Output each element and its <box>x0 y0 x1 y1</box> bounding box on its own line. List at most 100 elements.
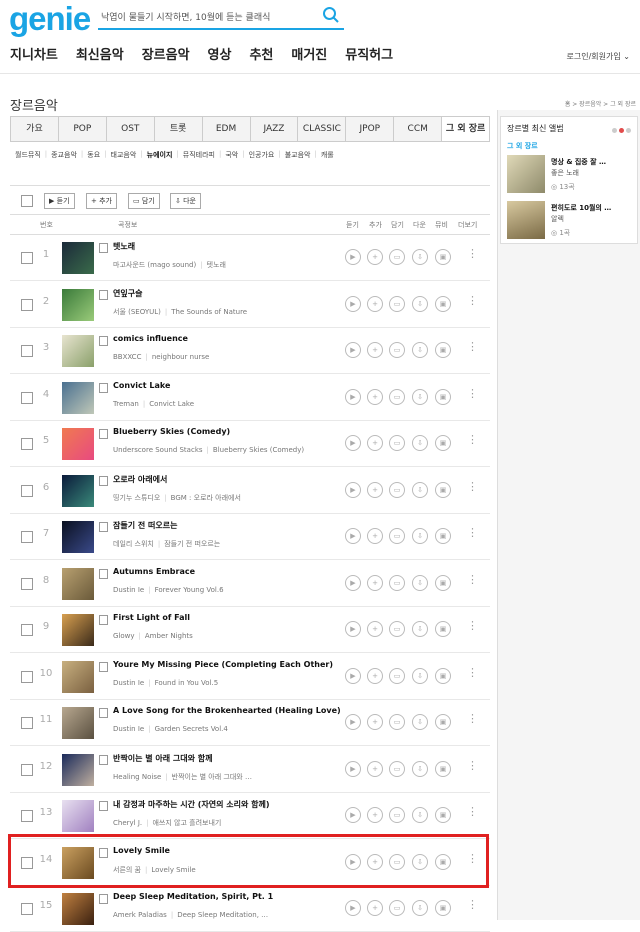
tab-pop[interactable]: POP <box>59 117 107 141</box>
album-name[interactable]: Garden Secrets Vol.4 <box>155 725 228 733</box>
login-label[interactable]: 로그인/회원가입 <box>567 52 621 61</box>
row-add-button[interactable]: + <box>367 667 383 684</box>
table-row[interactable]: 3 comics influence BBXXCC | neighbour nurse ▶… <box>10 328 490 374</box>
album-thumbnail[interactable] <box>62 242 94 274</box>
row-add-button[interactable]: + <box>367 342 383 358</box>
album-thumbnail[interactable] <box>62 288 94 321</box>
nav-video[interactable]: 영상 <box>208 44 232 63</box>
more-icon[interactable]: ⋮ <box>467 759 478 772</box>
more-icon[interactable]: ⋮ <box>467 247 478 260</box>
lyrics-icon[interactable] <box>99 754 108 765</box>
lyrics-icon[interactable] <box>99 243 108 253</box>
album-artist[interactable]: 알렉 <box>551 214 564 224</box>
row-mv-button[interactable]: ▣ <box>435 481 451 498</box>
login-link[interactable]: 로그인/회원가입 ⌄ <box>567 51 630 62</box>
artist-name[interactable]: 데일리 스위치 <box>113 540 154 548</box>
subnav-item[interactable]: 태교음악 <box>111 150 137 160</box>
song-title[interactable]: 연잎구슬 <box>113 288 142 299</box>
row-mv-button[interactable]: ▣ <box>435 714 451 730</box>
row-mv-button[interactable]: ▣ <box>435 621 451 637</box>
song-title[interactable]: 오로라 아래에서 <box>113 474 167 485</box>
album-name[interactable]: Amber Nights <box>145 632 193 640</box>
row-put-button[interactable]: ▭ <box>389 295 405 312</box>
more-icon[interactable]: ⋮ <box>467 619 478 632</box>
tab-ost[interactable]: OST <box>107 117 155 141</box>
row-mv-button[interactable]: ▣ <box>435 574 451 591</box>
row-play-button[interactable]: ▶ <box>345 667 361 684</box>
row-add-button[interactable]: + <box>367 621 383 637</box>
subnav-item-newage[interactable]: 뉴에이지 <box>147 150 173 160</box>
row-checkbox[interactable] <box>21 531 33 543</box>
artist-name[interactable]: Amerk Paladias <box>113 911 167 919</box>
album-name[interactable]: Blueberry Skies (Comedy) <box>213 446 304 454</box>
select-all-checkbox[interactable] <box>21 195 33 207</box>
subnav-item[interactable]: 인공가요 <box>249 150 275 160</box>
row-checkbox[interactable] <box>21 298 33 311</box>
table-row[interactable]: 6 오로라 아래에서 띵기누 스튜디오 | BGM : 오로라 아래에서 ▶ + ▭ ⇩ ▣ ⋮ <box>10 468 490 514</box>
tab-jazz[interactable]: JAZZ <box>251 117 299 141</box>
song-title[interactable]: Blueberry Skies (Comedy) <box>113 427 230 436</box>
more-icon[interactable]: ⋮ <box>467 340 478 353</box>
row-add-button[interactable]: + <box>367 249 383 265</box>
tab-classic[interactable]: CLASSIC <box>298 117 347 141</box>
lyrics-icon[interactable] <box>99 522 108 532</box>
row-download-button[interactable]: ⇩ <box>412 295 428 312</box>
album-name[interactable]: BGM : 오로라 아래에서 <box>171 494 241 502</box>
row-play-button[interactable]: ▶ <box>345 900 361 916</box>
tab-kpop[interactable]: 가요 <box>11 117 59 141</box>
row-put-button[interactable]: ▭ <box>389 249 405 265</box>
album-name[interactable]: 애쓰지 않고 흘려보내기 <box>152 819 221 827</box>
row-download-button[interactable]: ⇩ <box>412 900 428 916</box>
row-put-button[interactable]: ▭ <box>389 342 405 358</box>
song-title[interactable]: comics influence <box>113 334 188 343</box>
row-play-button[interactable]: ▶ <box>345 342 361 358</box>
table-row[interactable]: 13 내 감정과 마주하는 시간 (자연의 소리와 함께) Cheryl J. | 애쓰… <box>10 793 490 839</box>
lyrics-icon[interactable] <box>99 568 108 579</box>
row-put-button[interactable]: ▭ <box>389 621 405 637</box>
search-input[interactable] <box>98 4 308 28</box>
album-thumbnail[interactable] <box>62 474 94 507</box>
row-play-button[interactable]: ▶ <box>345 574 361 591</box>
play-selected-button[interactable]: ▶ 듣기 <box>44 193 75 209</box>
album-thumbnail[interactable] <box>62 428 94 460</box>
lyrics-icon[interactable] <box>99 615 108 625</box>
row-put-button[interactable]: ▭ <box>389 435 405 451</box>
lyrics-icon[interactable] <box>99 429 108 439</box>
tab-edm[interactable]: EDM <box>203 117 251 141</box>
album-artist[interactable]: 좋은 노래 <box>551 168 579 178</box>
row-mv-button[interactable]: ▣ <box>435 388 451 405</box>
more-icon[interactable]: ⋮ <box>467 805 478 818</box>
row-mv-button[interactable]: ▣ <box>435 435 451 451</box>
row-play-button[interactable]: ▶ <box>345 249 361 265</box>
nav-latest[interactable]: 최신음악 <box>76 44 124 63</box>
subnav-item[interactable]: 캐롤 <box>321 150 334 160</box>
nav-chart[interactable]: 지니차트 <box>10 44 58 63</box>
artist-name[interactable]: Cheryl J. <box>113 819 142 827</box>
album-title[interactable]: 편히도로 10월의 … <box>551 203 611 213</box>
row-put-button[interactable]: ▭ <box>389 388 405 405</box>
subnav-item[interactable]: 종교음악 <box>51 150 77 160</box>
put-selected-button[interactable]: ▭ 담기 <box>128 193 160 209</box>
lyrics-icon[interactable] <box>99 382 108 393</box>
row-put-button[interactable]: ▭ <box>389 807 405 823</box>
song-title[interactable]: 잠들기 전 떠오르는 <box>113 520 177 531</box>
row-mv-button[interactable]: ▣ <box>435 807 451 823</box>
row-play-button[interactable]: ▶ <box>345 760 361 777</box>
more-icon[interactable]: ⋮ <box>467 433 478 446</box>
table-row[interactable]: 1 텟노래 마고사운드 (mago sound) | 텟노래 ▶ + ▭ ⇩ ▣ ⋮ <box>10 235 490 281</box>
table-row[interactable]: 2 연잎구슬 서울 (SEOYUL) | The Sounds of Nature ▶ + ▭… <box>10 282 490 328</box>
row-play-button[interactable]: ▶ <box>345 714 361 730</box>
row-checkbox[interactable] <box>21 624 33 636</box>
row-put-button[interactable]: ▭ <box>389 481 405 498</box>
row-mv-button[interactable]: ▣ <box>435 342 451 358</box>
side-album[interactable]: 편히도로 10월의 … 알렉 ◎ 1곡 <box>507 201 635 241</box>
row-add-button[interactable]: + <box>367 574 383 591</box>
dot[interactable] <box>619 128 624 133</box>
row-play-button[interactable]: ▶ <box>345 528 361 544</box>
album-thumbnail[interactable] <box>62 753 94 786</box>
row-put-button[interactable]: ▭ <box>389 714 405 730</box>
nav-recommend[interactable]: 추천 <box>249 44 273 63</box>
album-thumbnail[interactable] <box>62 381 94 414</box>
row-download-button[interactable]: ⇩ <box>412 481 428 498</box>
album-name[interactable]: neighbour nurse <box>152 353 210 361</box>
